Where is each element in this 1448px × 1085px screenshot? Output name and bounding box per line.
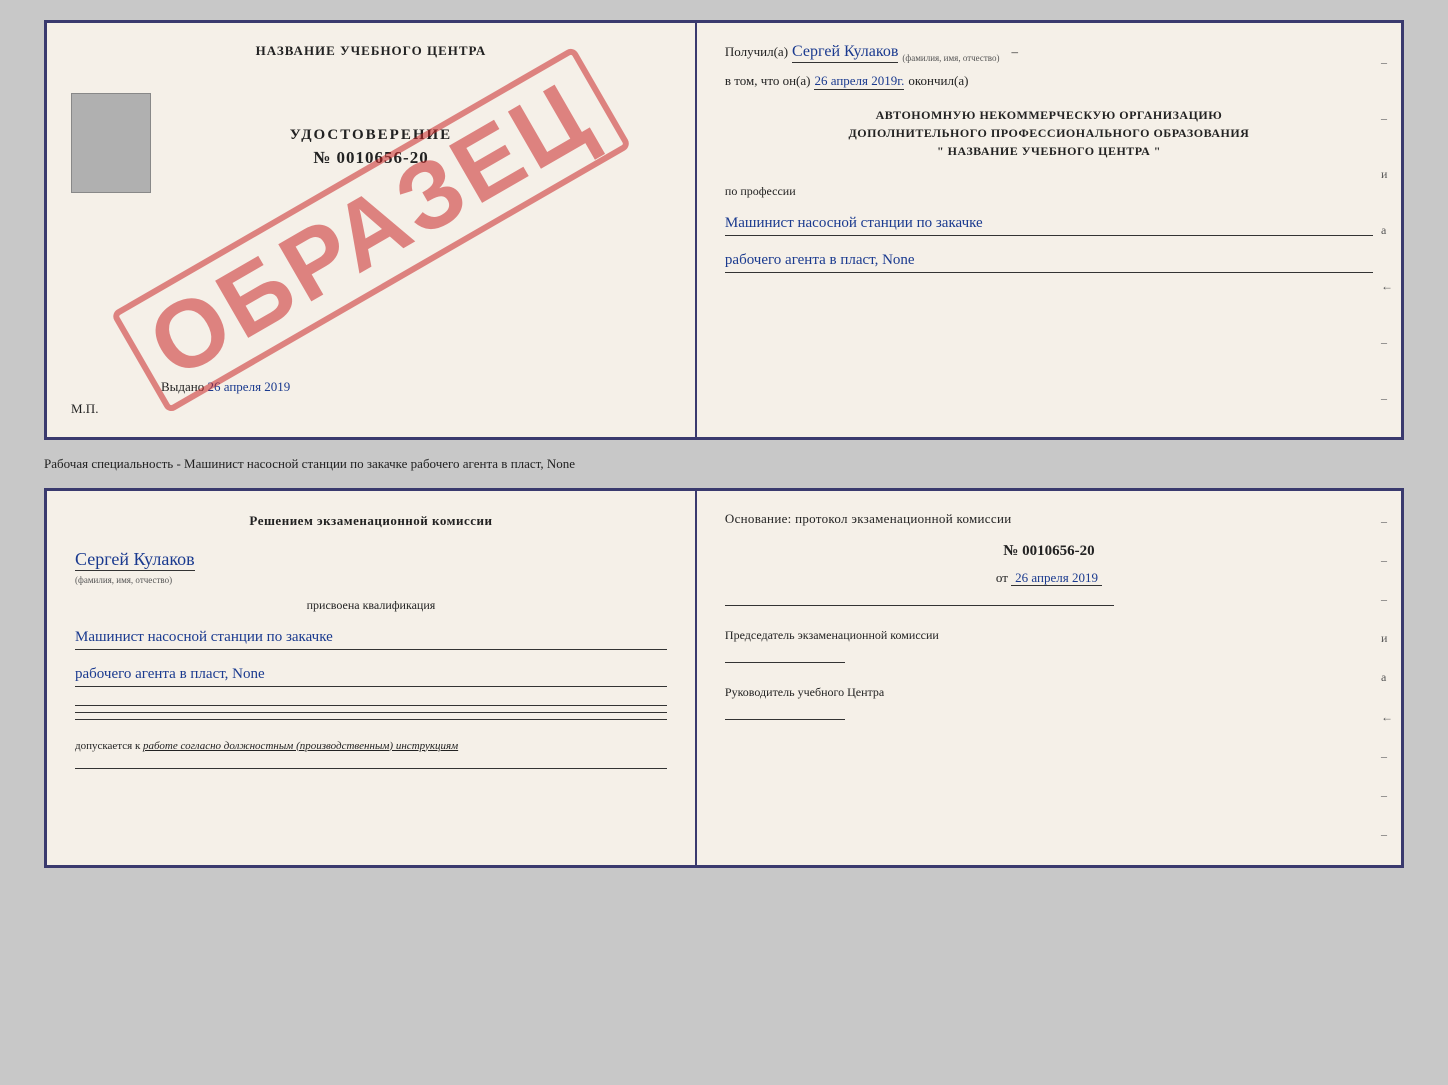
vydano-label: Выдано	[161, 379, 204, 394]
vydano-line: Выдано 26 апреля 2019	[161, 359, 290, 395]
doc-top-right: Получил(а) Сергей Кулаков (фамилия, имя,…	[697, 23, 1401, 437]
bottom-name: Сергей Кулаков	[75, 549, 195, 571]
doc-bottom-left: Решением экзаменационной комиссии Сергей…	[47, 491, 697, 865]
right-dashes-top: – – и а ← – –	[1381, 23, 1393, 437]
doc-top-left: НАЗВАНИЕ УЧЕБНОГО ЦЕНТРА ОБРАЗЕЦ УДОСТОВ…	[47, 23, 697, 437]
rukovoditel-signature	[725, 719, 845, 720]
org-line2: ДОПОЛНИТЕЛЬНОГО ПРОФЕССИОНАЛЬНОГО ОБРАЗО…	[725, 124, 1373, 142]
doc-bottom-right: Основание: протокол экзаменационной коми…	[697, 491, 1401, 865]
familiya-hint: (фамилия, имя, отчество)	[902, 53, 999, 63]
vydano-date: 26 апреля 2019	[208, 379, 291, 394]
rukovoditel-label: Руководитель учебного Центра	[725, 683, 1373, 701]
ot-date: 26 апреля 2019	[1011, 570, 1102, 586]
predsedatel-block: Председатель экзаменационной комиссии	[725, 626, 1373, 663]
org-block: АВТОНОМНУЮ НЕКОММЕРЧЕСКУЮ ОРГАНИЗАЦИЮ ДО…	[725, 106, 1373, 160]
udostoverenie-block: УДОСТОВЕРЕНИЕ № 0010656-20	[290, 127, 453, 168]
poluchil-line: Получил(а) Сергей Кулаков (фамилия, имя,…	[725, 43, 1373, 63]
top-left-title: НАЗВАНИЕ УЧЕБНОГО ЦЕНТРА	[256, 43, 487, 59]
mp-line: М.П.	[71, 401, 98, 417]
vtom-date: 26 апреля 2019г.	[814, 73, 904, 90]
right-dashes-bottom: – – – и а ← – – –	[1381, 491, 1393, 865]
vtom-label: в том, что он(а)	[725, 73, 811, 89]
dopuskaetsya-label: допускается к	[75, 740, 140, 752]
poluchil-dash: –	[1012, 44, 1019, 60]
extra-lines	[75, 705, 667, 720]
poluchil-label: Получил(а)	[725, 44, 788, 60]
po-professii: по профессии	[725, 184, 1373, 199]
osnovaniye-text: Основание: протокол экзаменационной коми…	[725, 511, 1373, 527]
rukovoditel-block: Руководитель учебного Центра	[725, 683, 1373, 720]
ot-date-line: от 26 апреля 2019	[725, 570, 1373, 586]
qual-line2: рабочего агента в пласт, None	[75, 662, 667, 687]
photo-placeholder	[71, 93, 151, 193]
udost-title: УДОСТОВЕРЕНИЕ	[290, 127, 453, 144]
subtitle-text: Рабочая специальность - Машинист насосно…	[44, 456, 1404, 472]
document-top: НАЗВАНИЕ УЧЕБНОГО ЦЕНТРА ОБРАЗЕЦ УДОСТОВ…	[44, 20, 1404, 440]
separator-line	[725, 596, 1114, 606]
predsedatel-label: Председатель экзаменационной комиссии	[725, 626, 1373, 644]
org-line1: АВТОНОМНУЮ НЕКОММЕРЧЕСКУЮ ОРГАНИЗАЦИЮ	[725, 106, 1373, 124]
dopuskaetsya-block: допускается к работе согласно должностны…	[75, 740, 667, 752]
prisvoyena-text: присвоена квалификация	[75, 598, 667, 613]
poluchil-name: Сергей Кулаков	[792, 43, 898, 63]
okonchil-label: окончил(а)	[908, 73, 968, 89]
ot-label: от	[996, 570, 1008, 585]
protocol-number: № 0010656-20	[725, 543, 1373, 560]
udost-number: № 0010656-20	[290, 148, 453, 168]
bottom-name-block: Сергей Кулаков (фамилия, имя, отчество)	[75, 549, 667, 588]
vtom-line: в том, что он(а) 26 апреля 2019г. окончи…	[725, 73, 1373, 90]
komissia-text: Решением экзаменационной комиссии	[75, 511, 667, 531]
bottom-familiya-hint: (фамилия, имя, отчество)	[75, 575, 172, 585]
profession-line1: Машинист насосной станции по закачке	[725, 211, 1373, 236]
document-bottom: Решением экзаменационной комиссии Сергей…	[44, 488, 1404, 868]
predsedatel-signature	[725, 662, 845, 663]
qual-line1: Машинист насосной станции по закачке	[75, 625, 667, 650]
org-line3: " НАЗВАНИЕ УЧЕБНОГО ЦЕНТРА "	[725, 142, 1373, 160]
profession-line2: рабочего агента в пласт, None	[725, 248, 1373, 273]
dopusk-text: работе согласно должностным (производств…	[143, 740, 458, 752]
subtitle-line1: Рабочая специальность - Машинист насосно…	[44, 456, 575, 471]
